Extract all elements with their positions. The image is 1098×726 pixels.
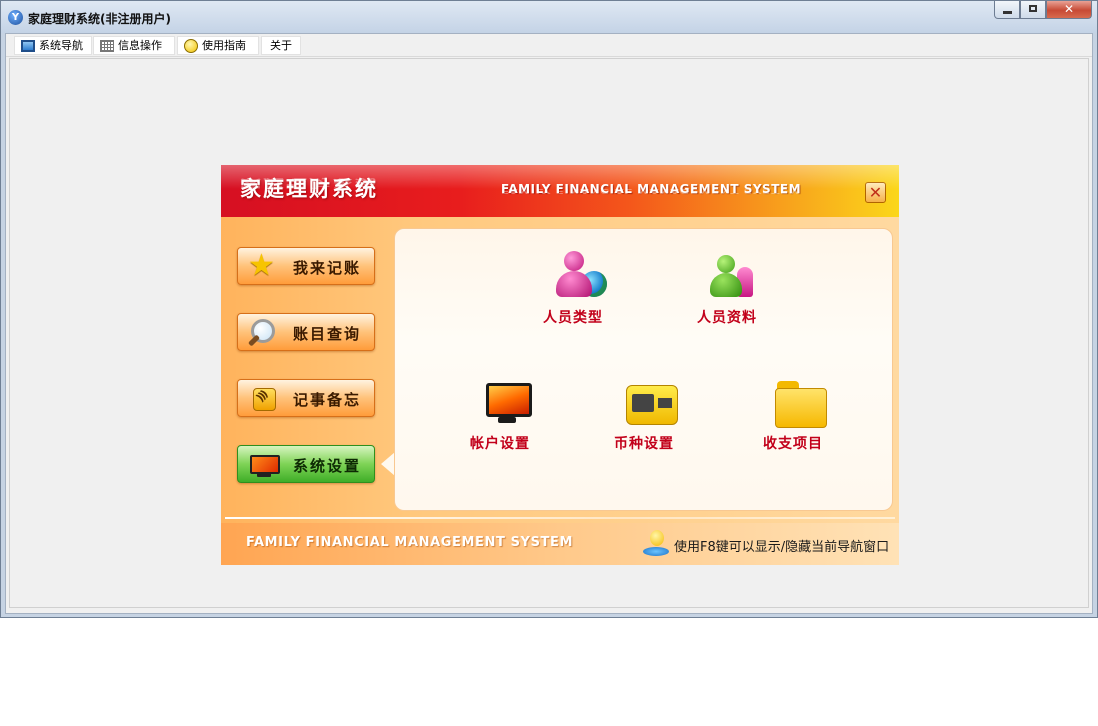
tile-label: 帐户设置 <box>470 436 530 452</box>
tile-income-expense-items[interactable]: 收支项目 <box>733 379 853 459</box>
person-globe-icon <box>553 249 613 309</box>
panel-subtitle-reflection: FAMILY FINANCIAL MANAGEMENT SYSTEM <box>501 187 802 195</box>
window-controls: ✕ <box>994 1 1092 20</box>
folder-icon <box>773 379 833 439</box>
nav-memo-button[interactable]: 记事备忘 <box>237 379 375 417</box>
menu-bar: 系统导航 信息操作 使用指南 关于 <box>6 34 1092 57</box>
panel-title: 家庭理财系统 <box>240 177 378 201</box>
close-icon: ✕ <box>868 183 883 202</box>
selection-pointer <box>381 452 395 476</box>
footer-title: FAMILY FINANCIAL MANAGEMENT SYSTEM <box>246 535 574 550</box>
footer-hint: 使用F8键可以显示/隐藏当前导航窗口 <box>674 540 890 555</box>
star-icon: ★ <box>248 248 275 283</box>
panel-divider <box>225 517 895 519</box>
panel-footer: FAMILY FINANCIAL MANAGEMENT SYSTEM 使用F8键… <box>221 523 899 565</box>
maximize-icon <box>1029 5 1037 12</box>
menu-label: 关于 <box>270 39 292 52</box>
nav-button-label: 系统设置 <box>293 457 362 475</box>
tile-account-settings[interactable]: 帐户设置 <box>440 381 560 461</box>
globe-icon <box>581 271 607 297</box>
tile-label: 人员类型 <box>543 310 603 326</box>
monitor-icon <box>480 379 540 439</box>
menu-info-operations[interactable]: 信息操作 <box>93 36 175 55</box>
menu-label: 使用指南 <box>202 39 246 52</box>
app-logo-icon: Y <box>8 10 23 25</box>
person-icon <box>737 267 753 297</box>
video-camera-icon <box>624 379 684 439</box>
panel-header: 家庭理财系统 家庭理财系统 FAMILY FINANCIAL MANAGEMEN… <box>221 165 899 217</box>
menu-user-guide[interactable]: 使用指南 <box>177 36 259 55</box>
panel-title-reflection: 家庭理财系统 <box>240 176 378 190</box>
close-icon: ✕ <box>1063 2 1075 16</box>
nav-button-label: 账目查询 <box>293 325 362 343</box>
person-group-icon <box>707 249 767 309</box>
maximize-button[interactable] <box>1020 1 1046 19</box>
close-button[interactable]: ✕ <box>1046 1 1092 19</box>
nav-bookkeeping-button[interactable]: ★ 我来记账 <box>237 247 375 285</box>
panel-close-button[interactable]: ✕ <box>865 182 886 203</box>
tile-label: 人员资料 <box>697 310 757 326</box>
menu-label: 信息操作 <box>118 39 162 52</box>
nav-account-query-button[interactable]: 账目查询 <box>237 313 375 351</box>
magnifier-icon <box>248 318 278 348</box>
tile-person-type[interactable]: 人员类型 <box>513 249 633 329</box>
window-title: 家庭理财系统(非注册用户) <box>28 12 171 26</box>
nav-button-label: 我来记账 <box>293 259 362 277</box>
tile-person-profile[interactable]: 人员资料 <box>667 249 787 329</box>
tile-label: 币种设置 <box>614 436 674 452</box>
smiley-icon <box>184 38 198 53</box>
tile-currency-settings[interactable]: 币种设置 <box>584 379 704 459</box>
minimize-icon <box>1003 11 1012 14</box>
navigation-panel: 家庭理财系统 家庭理财系统 FAMILY FINANCIAL MANAGEMEN… <box>221 165 899 565</box>
grid-icon <box>100 39 114 52</box>
settings-content-box: 人员类型 人员资料 帐户设置 币种设置 收支项目 <box>394 228 893 511</box>
tile-label: 收支项目 <box>763 436 823 452</box>
menu-system-navigation[interactable]: 系统导航 <box>14 36 92 55</box>
minimize-button[interactable] <box>994 1 1020 19</box>
rss-icon <box>248 384 278 414</box>
lightbulb-icon <box>643 530 669 558</box>
menu-about[interactable]: 关于 <box>261 36 301 55</box>
monitor-icon <box>248 450 280 480</box>
title-bar[interactable]: Y 家庭理财系统(非注册用户) ✕ <box>1 1 1097 33</box>
menu-label: 系统导航 <box>39 39 83 52</box>
nav-system-settings-button[interactable]: 系统设置 <box>237 445 375 483</box>
nav-button-label: 记事备忘 <box>293 391 362 409</box>
monitor-icon <box>21 39 35 52</box>
